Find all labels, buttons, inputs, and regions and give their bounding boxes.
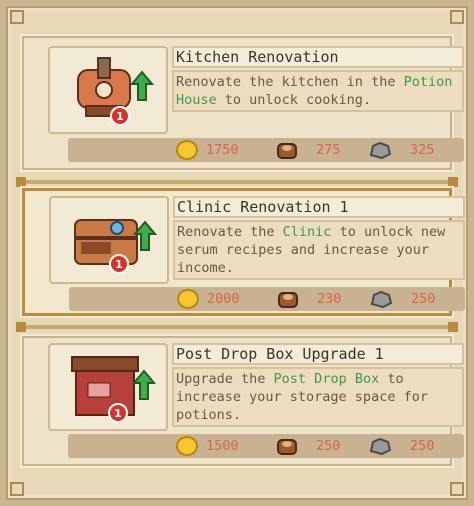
stone-icon	[370, 290, 393, 308]
gold-amount: 1500	[206, 438, 239, 454]
wood-amount: 230	[317, 291, 342, 307]
wood-log-icon	[277, 439, 297, 455]
stone-cost: 325	[368, 140, 434, 160]
gold-cost: 1500	[176, 436, 239, 456]
upgrade-title: Kitchen Renovation	[172, 46, 464, 68]
upgrade-description: Renovate the Clinic to unlock new serum …	[173, 220, 465, 280]
description-text: Upgrade the	[176, 371, 274, 387]
gold-cost: 1750	[176, 140, 239, 160]
upgrade-card-clinic[interactable]: 1 Clinic Renovation 1 Renovate the Clini…	[22, 188, 465, 316]
ornament-divider	[16, 322, 458, 332]
wood-amount: 250	[316, 438, 341, 454]
stone-icon	[369, 141, 392, 159]
upgrade-description: Renovate the kitchen in the Potion House…	[172, 70, 464, 112]
upgrade-description: Upgrade the Post Drop Box to increase yo…	[172, 367, 464, 427]
ornament-divider	[16, 177, 458, 187]
upgrade-card-drop-box[interactable]: 1 Post Drop Box Upgrade 1 Upgrade the Po…	[22, 336, 464, 466]
gold-coin-icon	[176, 436, 198, 456]
wood-cost: 230	[277, 289, 341, 309]
gold-amount: 1750	[206, 142, 239, 158]
clinic-chest-icon	[74, 219, 158, 265]
stone-amount: 325	[410, 142, 435, 158]
stone-amount: 250	[411, 291, 436, 307]
stone-cost: 250	[369, 289, 435, 309]
location-link[interactable]: Post Drop Box	[274, 371, 380, 387]
description-text: to unlock cooking.	[216, 92, 372, 108]
upgrade-title: Post Drop Box Upgrade 1	[172, 343, 464, 365]
clinic-chest-icon-box: 1	[49, 196, 169, 284]
cost-bar: 2000 230 250	[69, 287, 465, 311]
upgrade-title: Clinic Renovation 1	[173, 196, 465, 218]
gold-cost: 2000	[177, 289, 240, 309]
stone-icon	[369, 437, 392, 455]
level-badge: 1	[108, 403, 128, 423]
corner-ornament	[10, 10, 24, 24]
wood-log-icon	[278, 292, 298, 308]
stone-cost: 250	[368, 436, 434, 456]
wood-amount: 275	[316, 142, 341, 158]
level-badge: 1	[109, 254, 129, 274]
kitchen-stove-icon-box: 1	[48, 46, 168, 134]
location-link[interactable]: Clinic	[283, 224, 332, 240]
gold-coin-icon	[176, 140, 198, 160]
gold-coin-icon	[177, 289, 199, 309]
level-badge: 1	[110, 106, 130, 126]
kitchen-stove-icon	[77, 57, 155, 117]
cost-bar: 1500 250 250	[68, 434, 464, 458]
wood-cost: 250	[276, 436, 340, 456]
cost-bar: 1750 275 325	[68, 138, 464, 162]
drop-box-icon-box: 1	[48, 343, 168, 431]
wood-log-icon	[277, 143, 297, 159]
description-text: Renovate the	[177, 224, 283, 240]
description-text: Renovate the kitchen in the	[176, 74, 404, 90]
gold-amount: 2000	[207, 291, 240, 307]
corner-ornament	[450, 10, 464, 24]
stone-amount: 250	[410, 438, 435, 454]
corner-ornament	[450, 482, 464, 496]
corner-ornament	[10, 482, 24, 496]
upgrade-card-kitchen[interactable]: 1 Kitchen Renovation Renovate the kitche…	[22, 36, 464, 170]
wood-cost: 275	[276, 140, 340, 160]
